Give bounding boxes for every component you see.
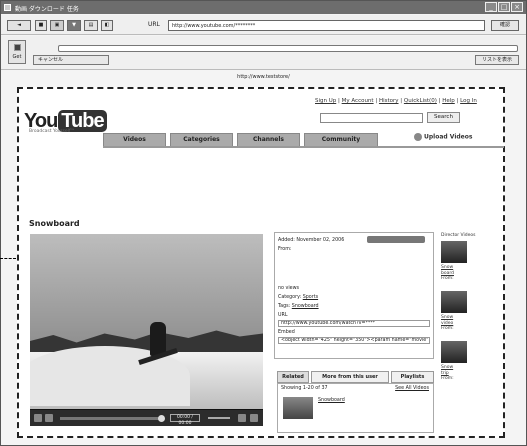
tags-label: Tags: bbox=[278, 304, 291, 309]
related-video-title[interactable]: Snowboard bbox=[318, 398, 345, 403]
pointer-line bbox=[0, 258, 16, 259]
tab-categories[interactable]: Categories bbox=[170, 133, 233, 147]
link-help[interactable]: Help bbox=[442, 98, 455, 104]
play-icon[interactable] bbox=[34, 414, 42, 422]
window-title: 動画 ダウンロード 任务 bbox=[15, 6, 79, 13]
progress-bar bbox=[58, 45, 518, 52]
search-input[interactable] bbox=[320, 113, 423, 123]
views: no views bbox=[278, 286, 300, 291]
category-label: Category: bbox=[278, 295, 302, 300]
sidebar-item[interactable]: Snow trip From: bbox=[441, 341, 496, 381]
tab-videos[interactable]: Videos bbox=[103, 133, 166, 147]
tab-related[interactable]: Related bbox=[277, 371, 309, 383]
from-label: From: bbox=[278, 247, 292, 252]
embed-row: Embed <object width="425" height="350"><p… bbox=[278, 328, 430, 344]
folder-icon[interactable]: ▤ bbox=[84, 20, 98, 31]
sidebar-thumbnail[interactable] bbox=[441, 291, 467, 313]
sidebar-thumbnail[interactable] bbox=[441, 241, 467, 263]
tab-channels[interactable]: Channels bbox=[237, 133, 300, 147]
sidebar-title: Director Videos bbox=[441, 233, 476, 238]
browser-preview: You Tube Broadcast Yourself™ Sign Up | My… bbox=[17, 87, 505, 438]
minimize-button[interactable]: _ bbox=[485, 2, 497, 12]
show-list-button[interactable]: リストを表示 bbox=[475, 55, 519, 65]
upload-icon bbox=[414, 133, 422, 141]
back-button[interactable]: ◄ bbox=[7, 20, 31, 31]
settings-icon[interactable]: ◧ bbox=[101, 20, 113, 31]
link-quicklist[interactable]: QuickList(0) bbox=[404, 98, 437, 104]
get-button[interactable]: Get bbox=[8, 40, 26, 64]
download-icon[interactable]: ▼ bbox=[67, 20, 81, 31]
sidebar-thumbnail[interactable] bbox=[441, 341, 467, 363]
stop-icon[interactable]: ■ bbox=[35, 20, 47, 31]
tab-more-from-user[interactable]: More from this user bbox=[311, 371, 389, 383]
sidebar-item-from: From: bbox=[441, 376, 454, 381]
sidebar-item[interactable]: Snow video From: bbox=[441, 291, 496, 331]
url-input[interactable]: http://www.youtube.com/******** bbox=[168, 20, 485, 31]
go-button[interactable]: 確認 bbox=[491, 20, 519, 31]
embed-label: Embed bbox=[278, 330, 295, 335]
url-row: URL http://www.youtube.com/watch?v=**** bbox=[278, 311, 430, 327]
time-display: 00:00 / 00:00 bbox=[170, 414, 200, 426]
expand-icon[interactable] bbox=[250, 414, 258, 422]
video-title: Snowboard bbox=[29, 219, 80, 228]
link-account[interactable]: My Account bbox=[342, 98, 374, 104]
seek-handle[interactable] bbox=[158, 415, 165, 422]
link-history[interactable]: History bbox=[379, 98, 399, 104]
cancel-button[interactable]: キャンセル bbox=[33, 55, 109, 65]
category-row: Category: Sports bbox=[278, 293, 430, 302]
url-label: URL bbox=[148, 21, 160, 28]
fullscreen-icon[interactable] bbox=[238, 414, 246, 422]
toolbar-top: ◄ ■ ▣ ▼ ▤ ◧ URL http://www.youtube.com/*… bbox=[1, 15, 526, 35]
see-all-link[interactable]: See All Videos bbox=[395, 386, 429, 391]
embed-field[interactable]: <object width="425" height="350"><param … bbox=[278, 337, 430, 344]
player-controls: 00:00 / 00:00 bbox=[30, 410, 263, 426]
tags-row: Tags: Snowboard bbox=[278, 302, 430, 311]
sidebar-item-from: From: bbox=[441, 276, 454, 281]
video-info-box: Added: November 02, 2006 From: no views … bbox=[274, 232, 434, 359]
nav-underline bbox=[103, 146, 504, 148]
search-button[interactable]: Search bbox=[427, 112, 460, 123]
title-bar: 動画 ダウンロード 任务 _ □ × bbox=[1, 1, 526, 14]
link-signup[interactable]: Sign Up bbox=[315, 98, 336, 104]
tab-community[interactable]: Community bbox=[304, 133, 378, 147]
video-url-field[interactable]: http://www.youtube.com/watch?v=**** bbox=[278, 320, 430, 327]
related-list: Showing 1-20 of 37 See All Videos Snowbo… bbox=[277, 383, 434, 433]
save-icon[interactable]: ▣ bbox=[50, 20, 64, 31]
seek-bar[interactable] bbox=[60, 417, 160, 420]
subscribe-button[interactable] bbox=[367, 236, 425, 243]
status-url: http://www.teststore/ bbox=[1, 71, 526, 83]
maximize-button[interactable]: □ bbox=[498, 2, 510, 12]
nav-tabs: Videos Categories Channels Community bbox=[103, 133, 378, 147]
related-tabs: Related More from this user Playlists bbox=[277, 371, 434, 383]
slogan: Broadcast Yourself™ bbox=[29, 129, 76, 134]
stop-icon[interactable] bbox=[45, 414, 53, 422]
category-link[interactable]: Sports bbox=[303, 295, 318, 300]
toolbar-progress: Get キャンセル リストを表示 bbox=[1, 36, 526, 70]
related-count: Showing 1-20 of 37 bbox=[281, 386, 328, 391]
upload-label: Upload Videos bbox=[424, 133, 473, 141]
volume-slider[interactable] bbox=[208, 417, 230, 419]
top-links: Sign Up | My Account | History | QuickLi… bbox=[315, 98, 477, 104]
tag-link[interactable]: Snowboard bbox=[292, 304, 319, 309]
url-field-label: URL bbox=[278, 313, 288, 318]
get-label: Get bbox=[12, 54, 22, 60]
close-button[interactable]: × bbox=[511, 2, 523, 12]
app-icon bbox=[4, 4, 11, 11]
tab-playlists[interactable]: Playlists bbox=[391, 371, 434, 383]
director-videos: Director Videos Snow board From: Snow vi… bbox=[441, 233, 496, 433]
related-thumbnail[interactable] bbox=[283, 397, 313, 419]
upload-link[interactable]: Upload Videos bbox=[414, 133, 472, 141]
sidebar-item-from: From: bbox=[441, 326, 454, 331]
description-area bbox=[278, 254, 430, 284]
video-player[interactable]: 00:00 / 00:00 bbox=[30, 234, 263, 426]
get-icon bbox=[14, 44, 21, 51]
link-login[interactable]: Log In bbox=[460, 98, 477, 104]
sidebar-item[interactable]: Snow board From: bbox=[441, 241, 496, 281]
